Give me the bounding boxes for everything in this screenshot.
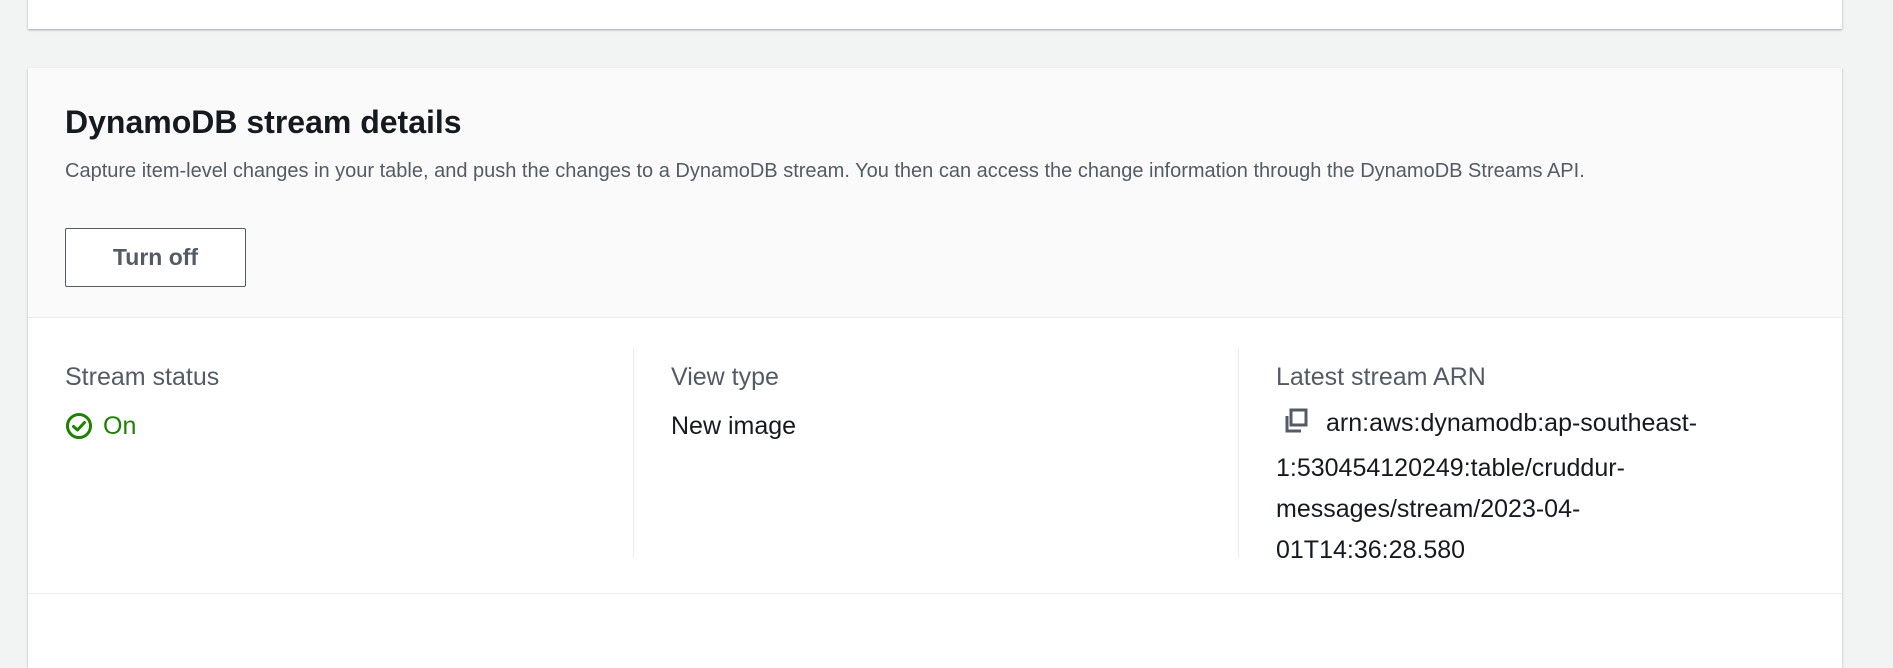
latest-stream-arn-text: arn:aws:dynamodb:ap-southeast-1:53045412… [1276,409,1698,564]
previous-panel [28,0,1842,29]
view-type-column: View type New image [633,348,1251,558]
view-type-value: New image [671,412,797,440]
stream-status-label: Stream status [65,363,220,391]
stream-status-value: On [65,408,625,444]
turn-off-button[interactable]: Turn off [65,228,246,287]
stream-details-columns: Stream status On View type New image Lat… [28,348,1842,564]
copy-icon[interactable] [1282,407,1310,448]
latest-stream-arn-value: arn:aws:dynamodb:ap-southeast-1:53045412… [1276,403,1766,571]
stream-details-panel: DynamoDB stream details Capture item-lev… [28,68,1842,668]
panel-title: DynamoDB stream details [65,104,462,140]
latest-stream-arn-column: Latest stream ARN arn:aws:dynamodb:ap-so… [1238,348,1836,564]
stream-status-column: Stream status On [65,348,625,558]
panel-divider [28,593,1842,594]
latest-stream-arn-label: Latest stream ARN [1276,363,1486,391]
panel-header: DynamoDB stream details Capture item-lev… [28,68,1842,318]
stream-status-text: On [103,411,137,440]
view-type-label: View type [671,363,779,391]
check-circle-icon [66,413,92,439]
panel-description: Capture item-level changes in your table… [65,160,1585,182]
